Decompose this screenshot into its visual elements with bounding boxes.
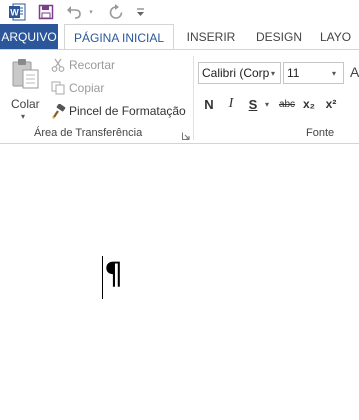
paste-dropdown-icon[interactable]: ▾	[21, 112, 25, 121]
copy-button[interactable]: Copiar	[50, 78, 104, 98]
cut-button[interactable]: Recortar	[50, 55, 115, 75]
undo-dropdown-icon[interactable]: ▾	[86, 2, 96, 22]
format-painter-button[interactable]: Pincel de Formatação	[50, 101, 186, 121]
font-size-dropdown-icon[interactable]: ▾	[329, 63, 339, 83]
copy-label: Copiar	[69, 81, 105, 95]
save-icon[interactable]	[36, 2, 56, 22]
font-size-combo[interactable]: 11 ▾	[283, 62, 344, 84]
paste-label: Colar	[11, 97, 40, 111]
quick-access-toolbar: W ▾	[0, 0, 359, 24]
font-name-dropdown-icon[interactable]: ▾	[268, 63, 278, 83]
font-size-value: 11	[287, 66, 300, 80]
font-name-combo[interactable]: Calibri (Corp ▾	[198, 62, 281, 84]
font-group-label: Fonte	[306, 127, 335, 139]
group-separator	[193, 56, 194, 140]
ribbon-home: Colar ▾ Recortar Copiar Pincel de Format…	[0, 50, 359, 144]
paste-button[interactable]: Colar ▾	[6, 56, 44, 122]
superscript-button[interactable]: x²	[322, 94, 340, 114]
underline-dropdown-icon[interactable]: ▾	[262, 94, 272, 114]
text-cursor	[102, 256, 103, 299]
tab-layout[interactable]: LAYO	[320, 24, 359, 50]
clipboard-group-label: Área de Transferência	[34, 127, 143, 139]
italic-button[interactable]: I	[222, 94, 240, 114]
copy-icon	[50, 80, 66, 96]
undo-icon[interactable]	[64, 2, 86, 22]
grow-font-button[interactable]: A	[350, 64, 359, 80]
customize-qat-icon[interactable]	[133, 2, 147, 22]
svg-text:W: W	[10, 8, 19, 18]
tab-design[interactable]: DESIGN	[250, 24, 308, 50]
redo-icon[interactable]	[105, 2, 127, 22]
format-painter-label: Pincel de Formatação	[69, 104, 186, 118]
bold-button[interactable]: N	[200, 94, 218, 114]
paragraph-mark: ¶	[104, 257, 124, 292]
cut-label: Recortar	[69, 58, 116, 72]
format-painter-icon	[50, 103, 66, 119]
scissors-icon	[50, 57, 66, 73]
font-name-value: Calibri (Corp	[202, 66, 270, 80]
tab-insert[interactable]: INSERIR	[182, 24, 240, 50]
paste-icon	[10, 58, 40, 93]
word-app-icon[interactable]: W	[7, 2, 27, 22]
document-area[interactable]	[0, 145, 359, 420]
underline-button[interactable]: S	[244, 94, 262, 114]
ribbon-tabs: ARQUIVO PÁGINA INICIAL INSERIR DESIGN LA…	[0, 24, 359, 51]
tab-home[interactable]: PÁGINA INICIAL	[64, 24, 174, 51]
tab-file[interactable]: ARQUIVO	[0, 24, 58, 50]
clipboard-dialog-launcher-icon[interactable]	[182, 129, 190, 140]
strikethrough-button[interactable]: abc	[276, 94, 298, 114]
subscript-button[interactable]: x₂	[300, 94, 318, 114]
